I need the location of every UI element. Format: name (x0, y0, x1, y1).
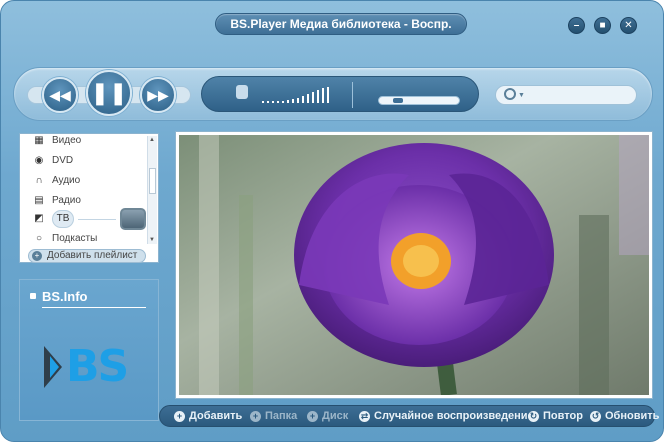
pause-button[interactable]: ❚❚ (86, 70, 132, 116)
player-window: BS.Player Медиа библиотека - Воспр. – ■ … (0, 0, 664, 442)
add-button[interactable]: + Добавить (174, 409, 242, 423)
disc-label: Диск (322, 410, 349, 422)
previous-button[interactable]: ◀◀ (42, 77, 78, 113)
video-frame (179, 135, 649, 395)
tv-label-bubble: ТВ (52, 210, 74, 228)
shuffle-button[interactable]: ⇄ Случайное воспроизведение (359, 409, 534, 423)
scroll-up-icon[interactable]: ▲ (149, 137, 155, 143)
info-panel: BS.Info BS (19, 279, 159, 421)
panel-divider (352, 82, 353, 108)
library-item-label: DVD (52, 155, 74, 166)
tv-line (78, 218, 116, 220)
folder-button[interactable]: + Папка (250, 409, 297, 423)
info-underline (42, 307, 146, 308)
speaker-icon[interactable] (236, 85, 248, 99)
library-item-audio[interactable]: ∩ Аудио (32, 172, 80, 190)
search-icon (504, 88, 516, 100)
square-icon: ■ (599, 20, 606, 31)
minus-icon: – (573, 20, 580, 31)
minimize-button[interactable]: – (568, 17, 585, 34)
headphones-icon: ∩ (35, 175, 43, 186)
next-button[interactable]: ▶▶ (140, 77, 176, 113)
volume-slider[interactable] (262, 81, 332, 109)
library-item-tv[interactable]: ◩ ТВ (32, 208, 146, 230)
library-item-label: Радио (52, 195, 81, 206)
close-button[interactable]: ✕ (620, 17, 637, 34)
search-input[interactable]: ▼ (495, 85, 637, 105)
radio-icon: ▤ (34, 195, 44, 206)
chevron-down-icon: ▼ (518, 92, 525, 99)
library-item-video[interactable]: ▦ Видео (32, 132, 81, 150)
scroll-thumb[interactable] (149, 168, 156, 194)
library-item-dvd[interactable]: ◉ DVD (32, 152, 74, 170)
plus-icon: + (174, 410, 185, 422)
plus-icon: + (250, 410, 261, 422)
tv-device-icon (120, 208, 146, 230)
add-label: Добавить (189, 410, 243, 422)
library-item-label: Подкасты (52, 233, 98, 244)
repeat-icon: ↻ (528, 410, 539, 422)
maximize-button[interactable]: ■ (594, 17, 611, 34)
bs-logo-text: BS (66, 341, 129, 392)
refresh-icon: ↺ (590, 410, 601, 422)
add-playlist-label: Добавить плейлист (47, 250, 138, 261)
plus-circle-icon: + (32, 251, 42, 261)
library-item-radio[interactable]: ▤ Радио (32, 192, 81, 210)
library-item-label: Аудио (52, 175, 81, 186)
library-scrollbar[interactable]: ▲ ▼ (147, 136, 157, 244)
video-area[interactable] (175, 131, 653, 399)
library-panel: ▦ Видео ◉ DVD ∩ Аудио ▤ Радио ◩ ТВ ○ Подкасты… (19, 133, 159, 263)
repeat-button[interactable]: ↻ Повтор (528, 409, 583, 423)
bs-logo: BS (42, 342, 142, 392)
refresh-button[interactable]: ↺ Обновить (590, 409, 659, 423)
tv-icon: ◩ (34, 213, 44, 224)
library-item-podcasts[interactable]: ○ Подкасты (32, 230, 97, 248)
scroll-down-icon[interactable]: ▼ (149, 237, 155, 243)
rewind-icon: ◀◀ (49, 87, 71, 103)
pause-icon: ❚❚ (90, 80, 128, 105)
disc-button[interactable]: + Диск (307, 409, 348, 423)
film-icon: ▦ (34, 135, 44, 146)
library-item-label: Видео (52, 135, 82, 146)
add-playlist-button[interactable]: + Добавить плейлист (28, 249, 146, 263)
x-icon: ✕ (624, 20, 633, 31)
info-bullet-icon (30, 293, 36, 299)
info-title: BS.Info (42, 289, 88, 304)
shuffle-icon: ⇄ (359, 410, 370, 422)
refresh-label: Обновить (605, 410, 660, 422)
bottom-action-bar: + Добавить + Папка + Диск ⇄ Случайное воспро… (159, 405, 659, 427)
window-title: BS.Player Медиа библиотека - Воспр. (215, 13, 467, 35)
disc-icon: ◉ (34, 155, 44, 166)
repeat-label: Повтор (543, 410, 583, 422)
folder-label: Папка (265, 410, 298, 422)
volume-panel (201, 76, 479, 112)
fast-forward-icon: ▶▶ (147, 87, 169, 103)
plus-icon: + (307, 410, 318, 422)
balance-thumb[interactable] (393, 98, 403, 103)
podcast-icon: ○ (35, 233, 43, 244)
balance-slider[interactable] (378, 96, 460, 105)
shuffle-label: Случайное воспроизведение (374, 410, 534, 422)
